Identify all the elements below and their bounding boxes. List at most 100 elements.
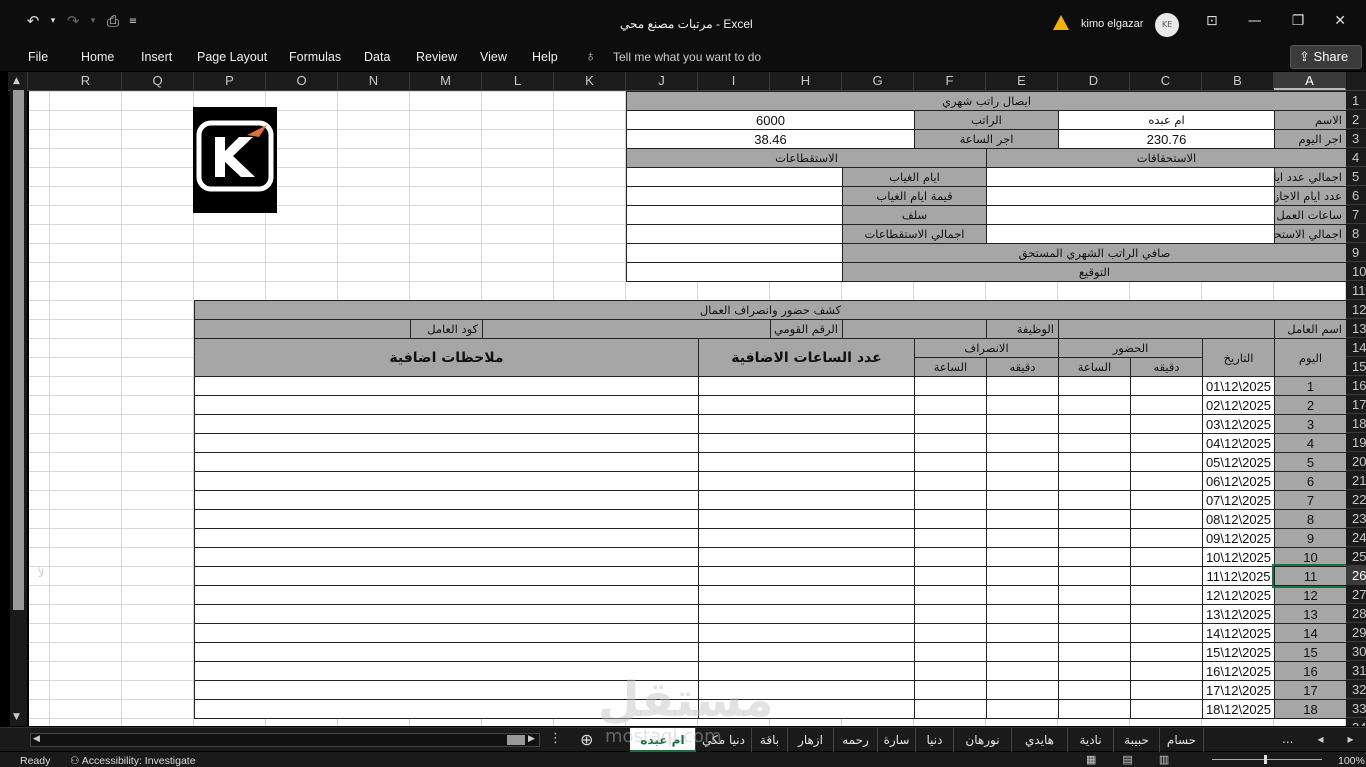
row-header[interactable]: 19 [1346,433,1366,452]
sheet-tab[interactable]: نورهان [954,728,1012,752]
check-in-hour-cell[interactable] [1058,433,1131,453]
check-in-hour-cell[interactable] [1058,376,1131,396]
warning-icon[interactable] [1053,15,1069,30]
check-in-hour-cell[interactable] [1058,547,1131,567]
row-header[interactable]: 31 [1346,661,1366,680]
net-salary-value[interactable] [626,243,843,263]
page-break-view-icon[interactable]: ▥ [1159,753,1169,766]
check-out-minute-cell[interactable] [986,490,1059,510]
check-out-minute-cell[interactable] [986,452,1059,472]
column-header[interactable]: J [626,72,698,90]
day-number-cell[interactable]: 6 [1274,471,1346,491]
date-cell[interactable]: 05\12\2025 [1202,452,1275,472]
entitlement-value[interactable] [986,224,1275,244]
check-out-hour-cell[interactable] [914,623,987,643]
share-button[interactable]: ⇪ Share [1290,45,1362,69]
check-in-minute-cell[interactable] [1130,509,1203,529]
date-cell[interactable]: 01\12\2025 [1202,376,1275,396]
tab-home[interactable]: Home [81,50,114,64]
row-header[interactable]: 33 [1346,699,1366,718]
day-number-cell[interactable]: 5 [1274,452,1346,472]
check-in-hour-cell[interactable] [1058,680,1131,700]
vertical-scroll-thumb[interactable] [13,90,24,610]
check-out-hour-cell[interactable] [914,547,987,567]
column-header[interactable]: H [770,72,842,90]
check-out-minute-cell[interactable] [986,376,1059,396]
column-header[interactable]: M [410,72,482,90]
row-header[interactable]: 23 [1346,509,1366,528]
check-out-hour-cell[interactable] [914,509,987,529]
check-in-minute-cell[interactable] [1130,604,1203,624]
sheet-prev-icon[interactable]: ◂ [1317,732,1323,746]
column-header[interactable]: I [698,72,770,90]
notes-cell[interactable] [194,490,699,510]
national-id-value[interactable] [482,319,771,339]
sheet-next-icon[interactable]: ▸ [1347,732,1353,746]
extra-hours-cell[interactable] [698,509,915,529]
check-out-hour-cell[interactable] [914,604,987,624]
check-out-minute-cell[interactable] [986,414,1059,434]
check-in-minute-cell[interactable] [1130,566,1203,586]
check-out-minute-cell[interactable] [986,547,1059,567]
row-header[interactable]: 24 [1346,528,1366,547]
check-out-hour-cell[interactable] [914,471,987,491]
check-in-minute-cell[interactable] [1130,433,1203,453]
sheet-tab[interactable]: ازهار [788,728,834,752]
check-in-minute-cell[interactable] [1130,528,1203,548]
tell-me-search[interactable]: Tell me what you want to do [613,50,761,64]
day-number-cell[interactable]: 18 [1274,699,1346,719]
row-header[interactable]: 27 [1346,585,1366,604]
check-in-hour-cell[interactable] [1058,642,1131,662]
notes-cell[interactable] [194,623,699,643]
date-cell[interactable]: 04\12\2025 [1202,433,1275,453]
row-header[interactable]: 25 [1346,547,1366,566]
redo-icon[interactable]: ↷ [66,12,80,30]
column-header[interactable]: E [986,72,1058,90]
extra-hours-cell[interactable] [698,433,915,453]
restore-icon[interactable]: ❐ [1292,13,1305,29]
extra-hours-cell[interactable] [698,471,915,491]
user-name[interactable]: kimo elgazar [1081,18,1143,30]
row-header[interactable]: 32 [1346,680,1366,699]
scroll-left-icon[interactable]: ◀ [33,734,40,744]
date-cell[interactable]: 03\12\2025 [1202,414,1275,434]
extra-hours-cell[interactable] [698,452,915,472]
row-header[interactable]: 8 [1346,224,1366,243]
row-header[interactable]: 12 [1346,300,1366,319]
page-layout-view-icon[interactable]: ▤ [1122,753,1132,766]
column-header[interactable]: N [338,72,410,90]
check-out-minute-cell[interactable] [986,642,1059,662]
deduction-value[interactable] [626,205,843,225]
avatar[interactable]: KE [1155,13,1179,37]
vertical-scrollbar[interactable]: ▲ ▼ [10,72,27,726]
accessibility-status[interactable]: ⚇ Accessibility: Investigate [70,755,196,767]
day-number-cell[interactable]: 11 [1272,564,1346,588]
check-in-minute-cell[interactable] [1130,680,1203,700]
row-header[interactable]: 18 [1346,414,1366,433]
row-header[interactable]: 15 [1346,357,1366,376]
check-out-minute-cell[interactable] [986,509,1059,529]
check-in-minute-cell[interactable] [1130,376,1203,396]
row-header[interactable]: 29 [1346,623,1366,642]
check-in-hour-cell[interactable] [1058,395,1131,415]
column-header[interactable]: F [914,72,986,90]
check-in-minute-cell[interactable] [1130,452,1203,472]
tab-file[interactable]: File [28,50,48,64]
day-number-cell[interactable]: 14 [1274,623,1346,643]
check-out-minute-cell[interactable] [986,604,1059,624]
row-header[interactable]: 7 [1346,205,1366,224]
normal-view-icon[interactable]: ▦ [1086,753,1096,766]
notes-cell[interactable] [194,376,699,396]
day-number-cell[interactable]: 10 [1274,547,1346,567]
check-out-hour-cell[interactable] [914,566,987,586]
ribbon-display-icon[interactable]: ⊡ [1206,13,1218,29]
extra-hours-cell[interactable] [698,585,915,605]
day-number-cell[interactable]: 12 [1274,585,1346,605]
deduction-value[interactable] [626,224,843,244]
notes-cell[interactable] [194,566,699,586]
tab-formulas[interactable]: Formulas [289,50,341,64]
check-in-hour-cell[interactable] [1058,623,1131,643]
column-header[interactable]: B [1202,72,1274,90]
check-in-minute-cell[interactable] [1130,699,1203,719]
close-icon[interactable]: ✕ [1334,13,1346,29]
